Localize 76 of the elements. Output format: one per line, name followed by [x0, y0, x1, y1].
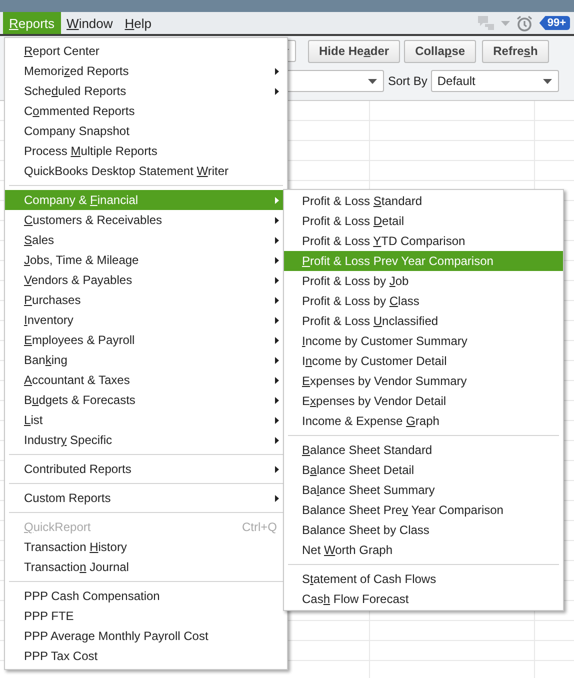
menu-item[interactable]: Income & Expense Graph	[284, 411, 563, 431]
menu-item[interactable]: Employees & Payroll	[5, 330, 287, 350]
menu-item[interactable]: Customers & Receivables	[5, 210, 287, 230]
menu-item[interactable]: Income by Customer Detail	[284, 351, 563, 371]
chat-icon[interactable]	[477, 15, 496, 31]
menu-item[interactable]: Scheduled Reports	[5, 81, 287, 101]
menu-item[interactable]: Report Center	[5, 41, 287, 61]
menu-item[interactable]: Memorized Reports	[5, 61, 287, 81]
submenu-arrow-icon	[275, 88, 279, 94]
submenu-arrow-icon	[275, 68, 279, 74]
menu-item[interactable]: Balance Sheet Summary	[284, 480, 563, 500]
submenu-arrow-icon	[275, 416, 279, 424]
submenu-arrow-icon	[275, 494, 279, 502]
menu-item[interactable]: Sales	[5, 230, 287, 250]
menu-item[interactable]: Expenses by Vendor Summary	[284, 371, 563, 391]
menu-item[interactable]: Balance Sheet Standard	[284, 440, 563, 460]
menu-item[interactable]: Profit & Loss by Job	[284, 271, 563, 291]
submenu-arrow-icon	[275, 316, 279, 324]
menu-item[interactable]: Profit & Loss Unclassified	[284, 311, 563, 331]
submenu-arrow-icon	[275, 466, 279, 472]
menu-item[interactable]: Statement of Cash Flows	[284, 569, 563, 589]
submenu-arrow-icon	[275, 236, 279, 244]
menu-item[interactable]: Commented Reports	[5, 101, 287, 121]
submenu-arrow-icon	[275, 296, 279, 304]
submenu-arrow-icon	[275, 196, 279, 204]
menu-item[interactable]: Cash Flow Forecast	[284, 589, 563, 609]
toolbar-button[interactable]: Hide Header	[308, 40, 400, 62]
menu-item[interactable]: Balance Sheet Detail	[284, 460, 563, 480]
submenu-arrow-icon	[275, 256, 279, 264]
submenu-arrow-icon	[275, 216, 279, 224]
menu-item[interactable]: Transaction History	[5, 537, 287, 557]
submenu-arrow-icon	[275, 356, 279, 364]
menu-item[interactable]: Banking	[5, 350, 287, 370]
menu-item[interactable]: Profit & Loss by Class	[284, 291, 563, 311]
menu-item[interactable]: PPP Average Monthly Payroll Cost	[5, 626, 287, 646]
dropdown-caret-icon	[543, 78, 552, 84]
submenu-arrow-icon	[275, 336, 279, 344]
menu-item[interactable]: PPP Tax Cost	[5, 646, 287, 666]
menu-item[interactable]: Balance Sheet by Class	[284, 520, 563, 540]
caret-icon[interactable]	[501, 20, 510, 26]
menu-title[interactable]: Help	[118, 12, 158, 34]
submenu-arrow-icon	[275, 436, 279, 444]
menu-item[interactable]: Accountant & Taxes	[5, 370, 287, 390]
menu-item[interactable]: Profit & Loss Detail	[284, 211, 563, 231]
menu-item[interactable]: Contributed Reports	[5, 459, 287, 479]
sort-by-dropdown[interactable]: Default	[431, 70, 560, 92]
menu-item[interactable]: List	[5, 410, 287, 430]
menu-item[interactable]: Profit & Loss YTD Comparison	[284, 231, 563, 251]
dropdown-caret-icon	[368, 78, 377, 84]
menu-item[interactable]: Custom Reports	[5, 488, 287, 508]
menu-item[interactable]: Profit & Loss Standard	[284, 191, 563, 211]
menu-item[interactable]: Process Multiple Reports	[5, 141, 287, 161]
submenu-arrow-icon	[275, 276, 279, 284]
menu-item[interactable]: Expenses by Vendor Detail	[284, 391, 563, 411]
alarm-clock-icon[interactable]	[516, 14, 534, 32]
submenu-arrow-icon	[275, 396, 279, 404]
menu-item[interactable]: Budgets & Forecasts	[5, 390, 287, 410]
menu-item[interactable]: Vendors & Payables	[5, 270, 287, 290]
menu-title[interactable]: Window	[60, 12, 119, 34]
submenu-arrow-icon	[275, 376, 279, 384]
menu-item[interactable]: Purchases	[5, 290, 287, 310]
menu-item[interactable]: Inventory	[5, 310, 287, 330]
menu-item[interactable]: Company Snapshot	[5, 121, 287, 141]
menu-item[interactable]: Balance Sheet Prev Year Comparison	[284, 500, 563, 520]
menu-item[interactable]: PPP Cash Compensation	[5, 586, 287, 606]
menu-item[interactable]: Industry Specific	[5, 430, 287, 450]
menu-item[interactable]: Net Worth Graph	[284, 540, 563, 560]
toolbar-button[interactable]: Collapse	[404, 40, 476, 62]
sort-by-label: Sort By	[388, 74, 428, 88]
notification-badge[interactable]: 99+	[539, 16, 570, 30]
menu-item[interactable]: PPP FTE	[5, 606, 287, 626]
menu-item[interactable]: Income by Customer Summary	[284, 331, 563, 351]
menu-item[interactable]: Transaction Journal	[5, 557, 287, 577]
menu-item[interactable]: Jobs, Time & Mileage	[5, 250, 287, 270]
menu-item[interactable]: QuickBooks Desktop Statement Writer	[5, 161, 287, 181]
toolbar-button[interactable]: Refresh	[482, 40, 549, 62]
